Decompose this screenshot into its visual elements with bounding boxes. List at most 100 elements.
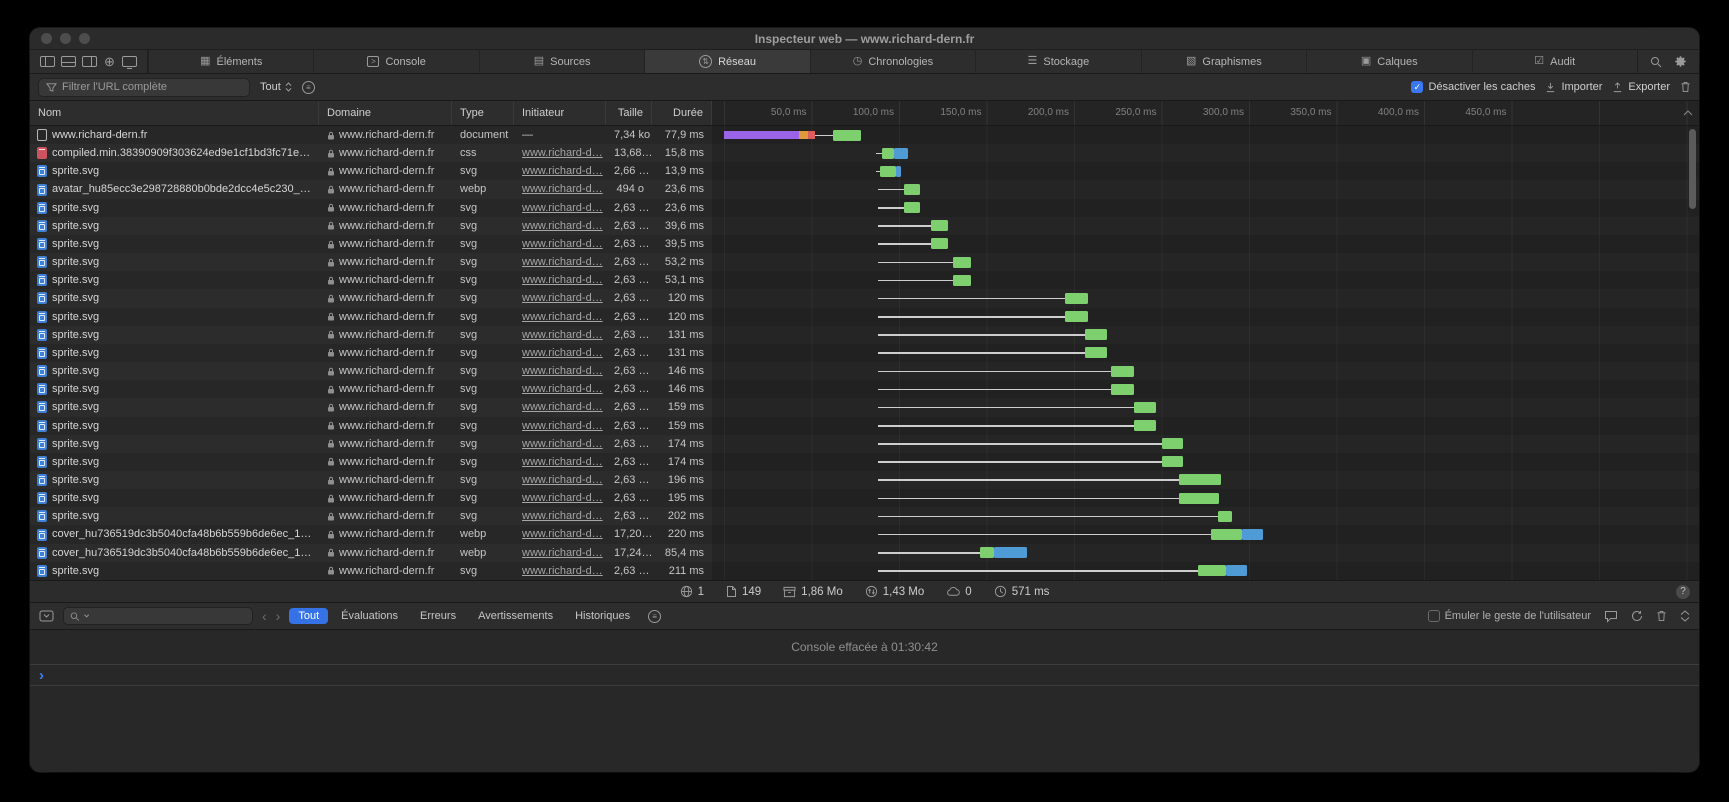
console-messages-icon[interactable] [1604,610,1618,623]
tab-console[interactable]: >Console [313,50,478,73]
help-icon[interactable]: ? [1676,585,1690,599]
network-request-row[interactable]: sprite.svgwww.richard-dern.frsvgwww.rich… [30,271,1699,289]
network-request-row[interactable]: compiled.min.38390909f303624ed9e1cf1bd3f… [30,144,1699,162]
request-initiator-link[interactable]: www.richard-d… [522,547,603,559]
request-initiator-link[interactable]: www.richard-d… [522,420,603,432]
network-request-row[interactable]: sprite.svgwww.richard-dern.frsvgwww.rich… [30,362,1699,380]
column-header-nom[interactable]: Nom [30,101,319,125]
request-initiator-link[interactable]: www.richard-d… [522,165,603,177]
network-request-row[interactable]: sprite.svgwww.richard-dern.frsvgwww.rich… [30,235,1699,253]
request-initiator-link[interactable]: www.richard-d… [522,474,603,486]
column-header-taille[interactable]: Taille [606,101,652,125]
dock-bottom-icon[interactable] [61,56,76,67]
console-search-input[interactable] [93,609,246,624]
request-initiator-link[interactable]: www.richard-d… [522,238,603,250]
minimize-button[interactable] [60,33,71,44]
url-filter-input[interactable] [62,81,242,93]
request-initiator-link[interactable]: www.richard-d… [522,438,603,450]
vertical-scrollbar[interactable] [1689,129,1696,209]
disable-caches-checkbox[interactable]: ✓ [1411,81,1423,93]
request-initiator-link[interactable]: www.richard-d… [522,565,603,577]
console-trash-icon[interactable] [1656,610,1667,622]
column-header-initiateur[interactable]: Initiateur [514,101,606,125]
request-initiator-link[interactable]: www.richard-d… [522,183,603,195]
column-header-domaine[interactable]: Domaine [319,101,452,125]
network-request-row[interactable]: sprite.svgwww.richard-dern.frsvgwww.rich… [30,380,1699,398]
timeline-collapse-chevron-icon[interactable] [1683,110,1693,116]
request-initiator-link[interactable]: www.richard-d… [522,492,603,504]
export-button[interactable]: Exporter [1612,81,1670,93]
network-request-row[interactable]: cover_hu736519dc3b5040cfa48b6b559b6de6ec… [30,544,1699,562]
network-request-row[interactable]: sprite.svgwww.richard-dern.frsvgwww.rich… [30,199,1699,217]
network-request-row[interactable]: sprite.svgwww.richard-dern.frsvgwww.rich… [30,489,1699,507]
disable-caches-toggle[interactable]: ✓ Désactiver les caches [1411,81,1535,93]
console-tab-evaluations[interactable]: Évaluations [332,608,407,624]
request-initiator-link[interactable]: www.richard-d… [522,256,603,268]
network-request-row[interactable]: sprite.svgwww.richard-dern.frsvgwww.rich… [30,507,1699,525]
request-initiator-link[interactable]: www.richard-d… [522,510,603,522]
network-request-row[interactable]: sprite.svgwww.richard-dern.frsvgwww.rich… [30,162,1699,180]
element-picker-icon[interactable]: ⊕ [103,55,116,68]
tab-layers[interactable]: ▣Calques [1306,50,1471,73]
forward-arrow-icon[interactable]: › [276,609,281,623]
tab-graphics[interactable]: ▧Graphismes [1141,50,1306,73]
network-request-row[interactable]: sprite.svgwww.richard-dern.frsvgwww.rich… [30,326,1699,344]
close-button[interactable] [41,33,52,44]
network-request-row[interactable]: sprite.svgwww.richard-dern.frsvgwww.rich… [30,217,1699,235]
network-request-row[interactable]: sprite.svgwww.richard-dern.frsvgwww.rich… [30,253,1699,271]
import-button[interactable]: Importer [1545,81,1602,93]
request-initiator-link[interactable]: www.richard-d… [522,147,603,159]
request-initiator-link[interactable]: www.richard-d… [522,220,603,232]
request-initiator-link[interactable]: www.richard-d… [522,383,603,395]
settings-gear-icon[interactable] [1674,55,1687,68]
network-request-row[interactable]: sprite.svgwww.richard-dern.frsvgwww.rich… [30,308,1699,326]
console-refresh-icon[interactable] [1631,610,1643,622]
request-initiator-link[interactable]: www.richard-d… [522,311,603,323]
zoom-button[interactable] [79,33,90,44]
media-filter-icon[interactable]: ≡ [302,81,315,94]
console-collapse-icon[interactable] [1680,610,1690,622]
request-initiator-link[interactable]: www.richard-d… [522,274,603,286]
network-request-row[interactable]: sprite.svgwww.richard-dern.frsvgwww.rich… [30,435,1699,453]
tab-audit[interactable]: ☑Audit [1472,50,1637,73]
console-tab-erreurs[interactable]: Erreurs [411,608,465,624]
tab-elements[interactable]: ▦Éléments [148,50,313,73]
console-sources-filter-icon[interactable]: ≡ [648,610,661,623]
network-request-row[interactable]: cover_hu736519dc3b5040cfa48b6b559b6de6ec… [30,525,1699,543]
tab-network[interactable]: ⇅Réseau [644,50,809,73]
request-initiator-link[interactable]: www.richard-d… [522,528,603,540]
tab-timelines[interactable]: ◷Chronologies [810,50,975,73]
request-initiator-link[interactable]: www.richard-d… [522,202,603,214]
column-header-type[interactable]: Type [452,101,514,125]
network-request-row[interactable]: sprite.svgwww.richard-dern.frsvgwww.rich… [30,453,1699,471]
device-icon[interactable] [122,56,137,67]
search-icon[interactable] [1650,56,1662,68]
request-initiator-link[interactable]: www.richard-d… [522,347,603,359]
dock-right-icon[interactable] [82,56,97,67]
back-arrow-icon[interactable]: ‹ [262,609,267,623]
network-request-row[interactable]: sprite.svgwww.richard-dern.frsvgwww.rich… [30,289,1699,307]
request-initiator-link[interactable]: www.richard-d… [522,456,603,468]
request-initiator-link[interactable]: www.richard-d… [522,292,603,304]
tab-sources[interactable]: ▤Sources [479,50,644,73]
clear-network-trash-icon[interactable] [1680,81,1691,93]
network-request-row[interactable]: sprite.svgwww.richard-dern.frsvgwww.rich… [30,562,1699,580]
console-prompt[interactable]: › [30,664,1699,686]
network-request-row[interactable]: sprite.svgwww.richard-dern.frsvgwww.rich… [30,344,1699,362]
console-search-field[interactable] [63,607,253,625]
request-initiator-link[interactable]: www.richard-d… [522,329,603,341]
console-tab-avertissements[interactable]: Avertissements [469,608,562,624]
network-request-row[interactable]: sprite.svgwww.richard-dern.frsvgwww.rich… [30,417,1699,435]
console-tab-tout[interactable]: Tout [289,608,328,624]
url-filter-field[interactable] [38,78,250,97]
network-request-row[interactable]: www.richard-dern.frwww.richard-dern.frdo… [30,126,1699,144]
resource-type-select[interactable]: Tout [260,81,292,93]
request-initiator-link[interactable]: www.richard-d… [522,401,603,413]
emulate-user-gesture-checkbox[interactable] [1428,610,1440,622]
column-header-duree[interactable]: Durée [652,101,712,125]
network-request-row[interactable]: avatar_hu85ecc3e298728880b0bde2dcc4e5c23… [30,180,1699,198]
console-tab-historiques[interactable]: Historiques [566,608,639,624]
emulate-user-gesture-toggle[interactable]: Émuler le geste de l'utilisateur [1428,610,1591,622]
console-scope-icon[interactable] [39,610,54,622]
network-request-row[interactable]: sprite.svgwww.richard-dern.frsvgwww.rich… [30,471,1699,489]
